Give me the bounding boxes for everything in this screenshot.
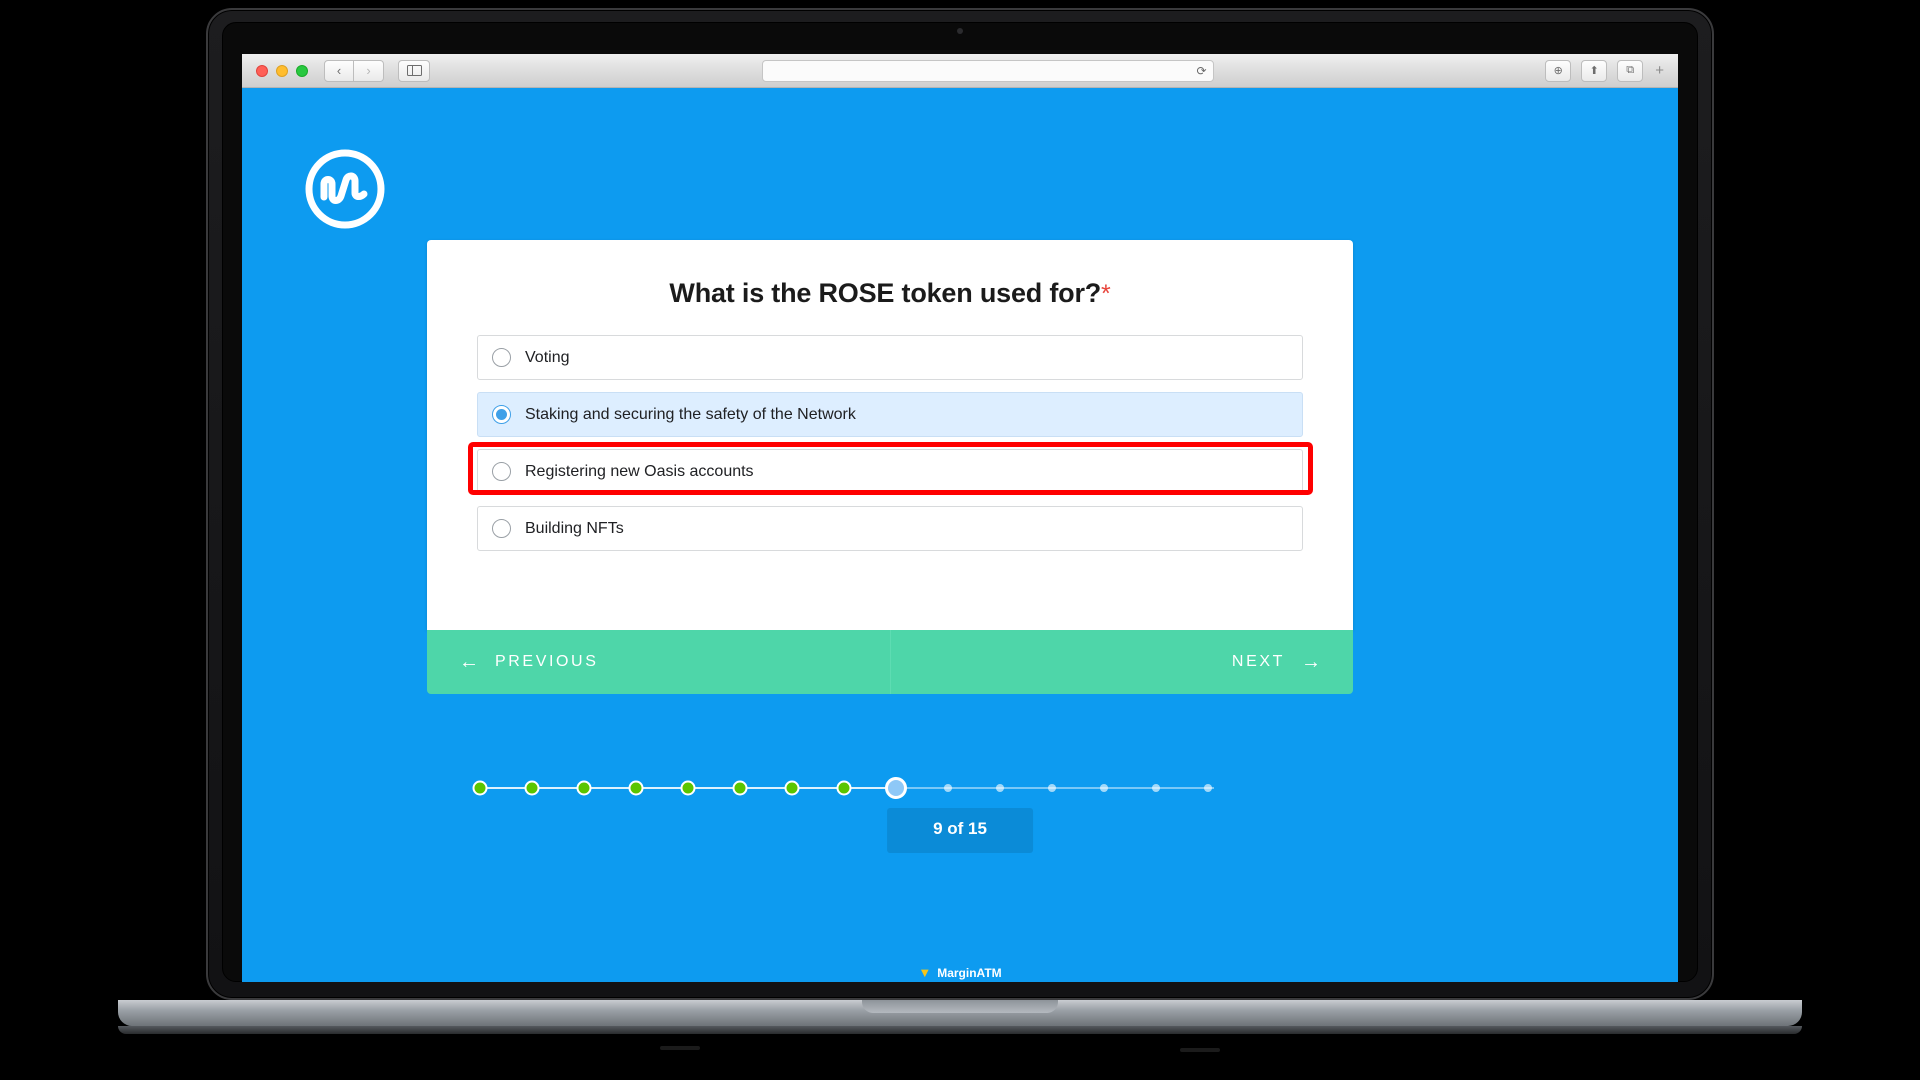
previous-button[interactable]: ← PREVIOUS: [427, 630, 891, 694]
sidebar-toggle-icon[interactable]: [398, 59, 430, 82]
new-tab-icon[interactable]: +: [1653, 62, 1664, 79]
address-input[interactable]: ⟳: [761, 59, 1214, 82]
watermark-label: MarginATM: [937, 965, 1002, 980]
watermark: ▼ MarginATM: [918, 965, 1001, 980]
tabs-overview-icon[interactable]: ⧉: [1617, 59, 1644, 82]
navigation-buttons[interactable]: ‹ ›: [324, 59, 384, 82]
share-icon[interactable]: ⬆: [1581, 59, 1608, 82]
step-dot-15[interactable]: [1204, 784, 1212, 792]
option-label: Staking and securing the safety of the N…: [525, 405, 856, 423]
option-staking[interactable]: Staking and securing the safety of the N…: [477, 392, 1303, 437]
arrow-right-icon: →: [1301, 650, 1321, 673]
radio-icon-selected[interactable]: [492, 405, 511, 424]
watermark-logo-icon: ▼: [918, 965, 932, 980]
arrow-left-icon: ←: [459, 650, 479, 673]
toolbar-actions: ⊕ ⬆ ⧉ +: [1545, 59, 1664, 82]
quiz-navigation-footer: ← PREVIOUS NEXT →: [427, 630, 1353, 694]
progress-counter: 9 of 15: [887, 808, 1033, 853]
screenshot-stage: ‹ › ⟳ ⊕ ⬆ ⧉ + What is the ROSE token use…: [0, 0, 1920, 1080]
option-voting[interactable]: Voting: [477, 335, 1303, 380]
back-icon[interactable]: ‹: [324, 59, 354, 82]
maximize-window-icon[interactable]: [296, 64, 308, 77]
next-button-label: NEXT: [1231, 653, 1285, 670]
surface-shadow-right: [1180, 1048, 1220, 1052]
next-button[interactable]: NEXT →: [891, 630, 1354, 694]
step-dot-10[interactable]: [944, 784, 952, 792]
step-dot-3[interactable]: [576, 780, 592, 796]
option-building-nfts[interactable]: Building NFTs: [477, 506, 1303, 551]
step-dot-13[interactable]: [1100, 784, 1108, 792]
step-dot-11[interactable]: [996, 784, 1004, 792]
option-label: Building NFTs: [525, 519, 624, 537]
question-text: What is the ROSE token used for?: [669, 278, 1102, 308]
browser-window: ‹ › ⟳ ⊕ ⬆ ⧉ + What is the ROSE token use…: [242, 54, 1678, 982]
radio-icon[interactable]: [492, 519, 511, 538]
progress-stepper: [472, 773, 1222, 803]
browser-toolbar: ‹ › ⟳ ⊕ ⬆ ⧉ +: [242, 54, 1678, 88]
laptop-deck-notch: [862, 1000, 1058, 1013]
sidebar-glyph: [406, 64, 422, 77]
downloads-icon[interactable]: ⊕: [1545, 59, 1572, 82]
step-dot-5[interactable]: [680, 780, 696, 796]
close-window-icon[interactable]: [256, 64, 268, 77]
reload-icon[interactable]: ⟳: [1197, 64, 1207, 78]
minimize-window-icon[interactable]: [276, 64, 288, 77]
coinmarketcap-logo: [305, 149, 385, 229]
radio-icon[interactable]: [492, 348, 511, 367]
step-dot-6[interactable]: [732, 780, 748, 796]
forward-icon[interactable]: ›: [354, 59, 384, 82]
window-traffic-lights[interactable]: [256, 64, 308, 77]
quiz-card: What is the ROSE token used for?* Voting…: [427, 240, 1353, 630]
step-dot-1[interactable]: [472, 780, 488, 796]
laptop-mockup: ‹ › ⟳ ⊕ ⬆ ⧉ + What is the ROSE token use…: [206, 8, 1714, 1000]
quiz-page: What is the ROSE token used for?* Voting…: [242, 88, 1678, 982]
previous-button-label: PREVIOUS: [495, 653, 599, 670]
step-dot-4[interactable]: [628, 780, 644, 796]
option-label: Registering new Oasis accounts: [525, 462, 754, 480]
step-dot-8[interactable]: [836, 780, 852, 796]
step-dot-14[interactable]: [1152, 784, 1160, 792]
webcam-icon: [957, 28, 963, 34]
step-dot-2[interactable]: [524, 780, 540, 796]
option-label: Voting: [525, 348, 570, 366]
answer-options-list: Voting Staking and securing the safety o…: [427, 335, 1353, 551]
surface-shadow-left: [660, 1046, 700, 1050]
address-bar-container: ⟳: [430, 59, 1545, 82]
required-asterisk: *: [1101, 280, 1111, 308]
laptop-foot: [118, 1026, 1802, 1034]
radio-icon[interactable]: [492, 462, 511, 481]
option-registering-accounts[interactable]: Registering new Oasis accounts: [477, 449, 1303, 494]
step-dot-7[interactable]: [784, 780, 800, 796]
step-dot-12[interactable]: [1048, 784, 1056, 792]
question-title: What is the ROSE token used for?*: [427, 240, 1353, 309]
step-dot-9-current[interactable]: [885, 777, 907, 799]
